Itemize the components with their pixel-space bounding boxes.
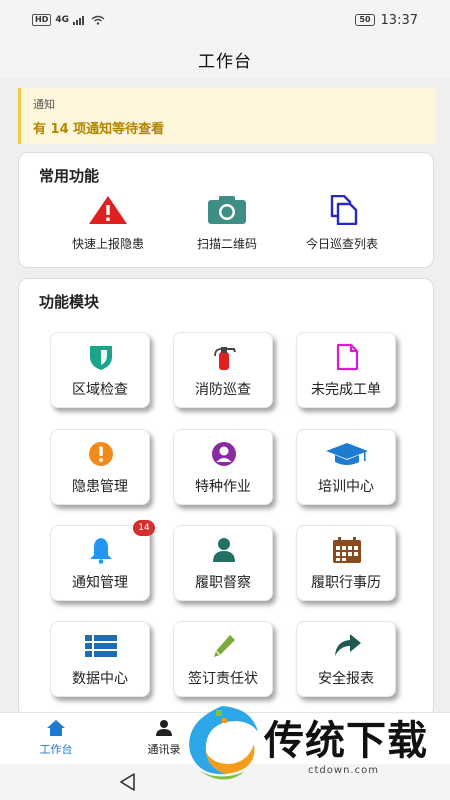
title-bar: 工作台 <box>0 40 450 78</box>
clock: 13:37 <box>380 12 418 28</box>
common-functions-card: 常用功能 快速上报隐患 扫描二维码 今日巡查列表 <box>18 152 434 268</box>
tile-label: 履职行事历 <box>311 575 381 591</box>
notice-message: 有 14 项通知等待查看 <box>33 122 165 137</box>
copy-icon <box>330 195 358 225</box>
watermark-logo-icon <box>189 706 258 780</box>
status-right: 50 13:37 <box>355 13 418 28</box>
tile-duty-supervision[interactable]: 履职督察 <box>173 525 273 601</box>
tile-special-operations[interactable]: 特种作业 <box>173 429 273 505</box>
share-icon <box>335 634 361 656</box>
tile-label: 区域检查 <box>72 382 128 398</box>
quick-report-hazard-button[interactable]: 快速上报隐患 <box>43 195 173 252</box>
tile-duty-calendar[interactable]: 履职行事历 <box>296 525 396 601</box>
quick-action-label: 快速上报隐患 <box>71 237 144 251</box>
function-modules-title: 功能模块 <box>39 293 100 311</box>
tile-label: 数据中心 <box>72 671 128 687</box>
person-icon <box>213 538 235 562</box>
watermark-logo: 传统下载 ctdown.com <box>178 700 440 786</box>
tab-label: 通讯录 <box>147 743 181 756</box>
tile-sign-responsibility[interactable]: 签订责任状 <box>173 621 273 697</box>
watermark-url: ctdown.com <box>308 765 379 776</box>
pencil-icon <box>214 635 235 657</box>
bell-icon <box>90 538 112 564</box>
tile-data-center[interactable]: 数据中心 <box>50 621 150 697</box>
tile-label: 未完成工单 <box>311 382 381 398</box>
quick-action-label: 扫描二维码 <box>196 237 257 251</box>
document-icon <box>336 343 359 371</box>
shield-icon <box>90 346 112 370</box>
tile-fire-patrol[interactable]: 消防巡查 <box>173 332 273 408</box>
tab-label: 工作台 <box>39 743 73 756</box>
notice-title: 通知 <box>33 98 55 111</box>
network-indicator: 4G <box>55 15 69 25</box>
battery-indicator: 50 <box>355 14 375 26</box>
list-icon <box>85 635 117 657</box>
signal-icon <box>73 16 84 25</box>
tile-label: 培训中心 <box>318 479 374 495</box>
wifi-icon <box>91 15 105 25</box>
status-bar: HD 4G 50 13:37 <box>0 0 450 40</box>
contacts-icon <box>156 720 172 736</box>
graduation-cap-icon <box>326 443 368 465</box>
today-patrol-list-button[interactable]: 今日巡查列表 <box>277 195 407 252</box>
tile-label: 通知管理 <box>72 575 128 591</box>
scan-qrcode-button[interactable]: 扫描二维码 <box>162 195 292 252</box>
tile-incomplete-orders[interactable]: 未完成工单 <box>296 332 396 408</box>
tile-label: 消防巡查 <box>195 382 251 398</box>
function-modules-card: 功能模块 区域检查 消防巡查 未完成工单 隐患管理 特种作业 培训中心 通知管理… <box>18 278 434 718</box>
home-icon <box>47 720 65 736</box>
tile-safety-report[interactable]: 安全报表 <box>296 621 396 697</box>
tile-label: 隐患管理 <box>72 479 128 495</box>
tile-notification-management[interactable]: 通知管理 14 <box>50 520 155 601</box>
calendar-icon <box>333 537 361 563</box>
notification-count-badge: 14 <box>133 520 155 536</box>
camera-icon <box>208 196 246 224</box>
tile-label: 签订责任状 <box>188 671 258 687</box>
common-functions-title: 常用功能 <box>39 167 100 185</box>
tile-training-center[interactable]: 培训中心 <box>296 429 396 505</box>
status-left: HD 4G <box>32 14 105 26</box>
user-circle-icon <box>212 442 236 466</box>
warning-icon <box>89 196 127 224</box>
tile-label: 特种作业 <box>195 479 251 495</box>
back-icon[interactable] <box>118 772 138 792</box>
page-title: 工作台 <box>198 51 252 72</box>
watermark-text: 传统下载 <box>264 718 428 764</box>
quick-action-label: 今日巡查列表 <box>305 237 378 251</box>
tab-workbench[interactable]: 工作台 <box>16 719 96 757</box>
fire-extinguisher-icon <box>214 347 236 370</box>
hd-indicator: HD <box>32 14 52 26</box>
notification-banner[interactable]: 通知 有 14 项通知等待查看 <box>18 88 436 144</box>
exclamation-icon <box>89 442 113 466</box>
tile-area-inspection[interactable]: 区域检查 <box>50 332 150 408</box>
tile-label: 履职督察 <box>195 575 251 591</box>
tile-hazard-management[interactable]: 隐患管理 <box>50 429 150 505</box>
tile-label: 安全报表 <box>318 671 374 687</box>
